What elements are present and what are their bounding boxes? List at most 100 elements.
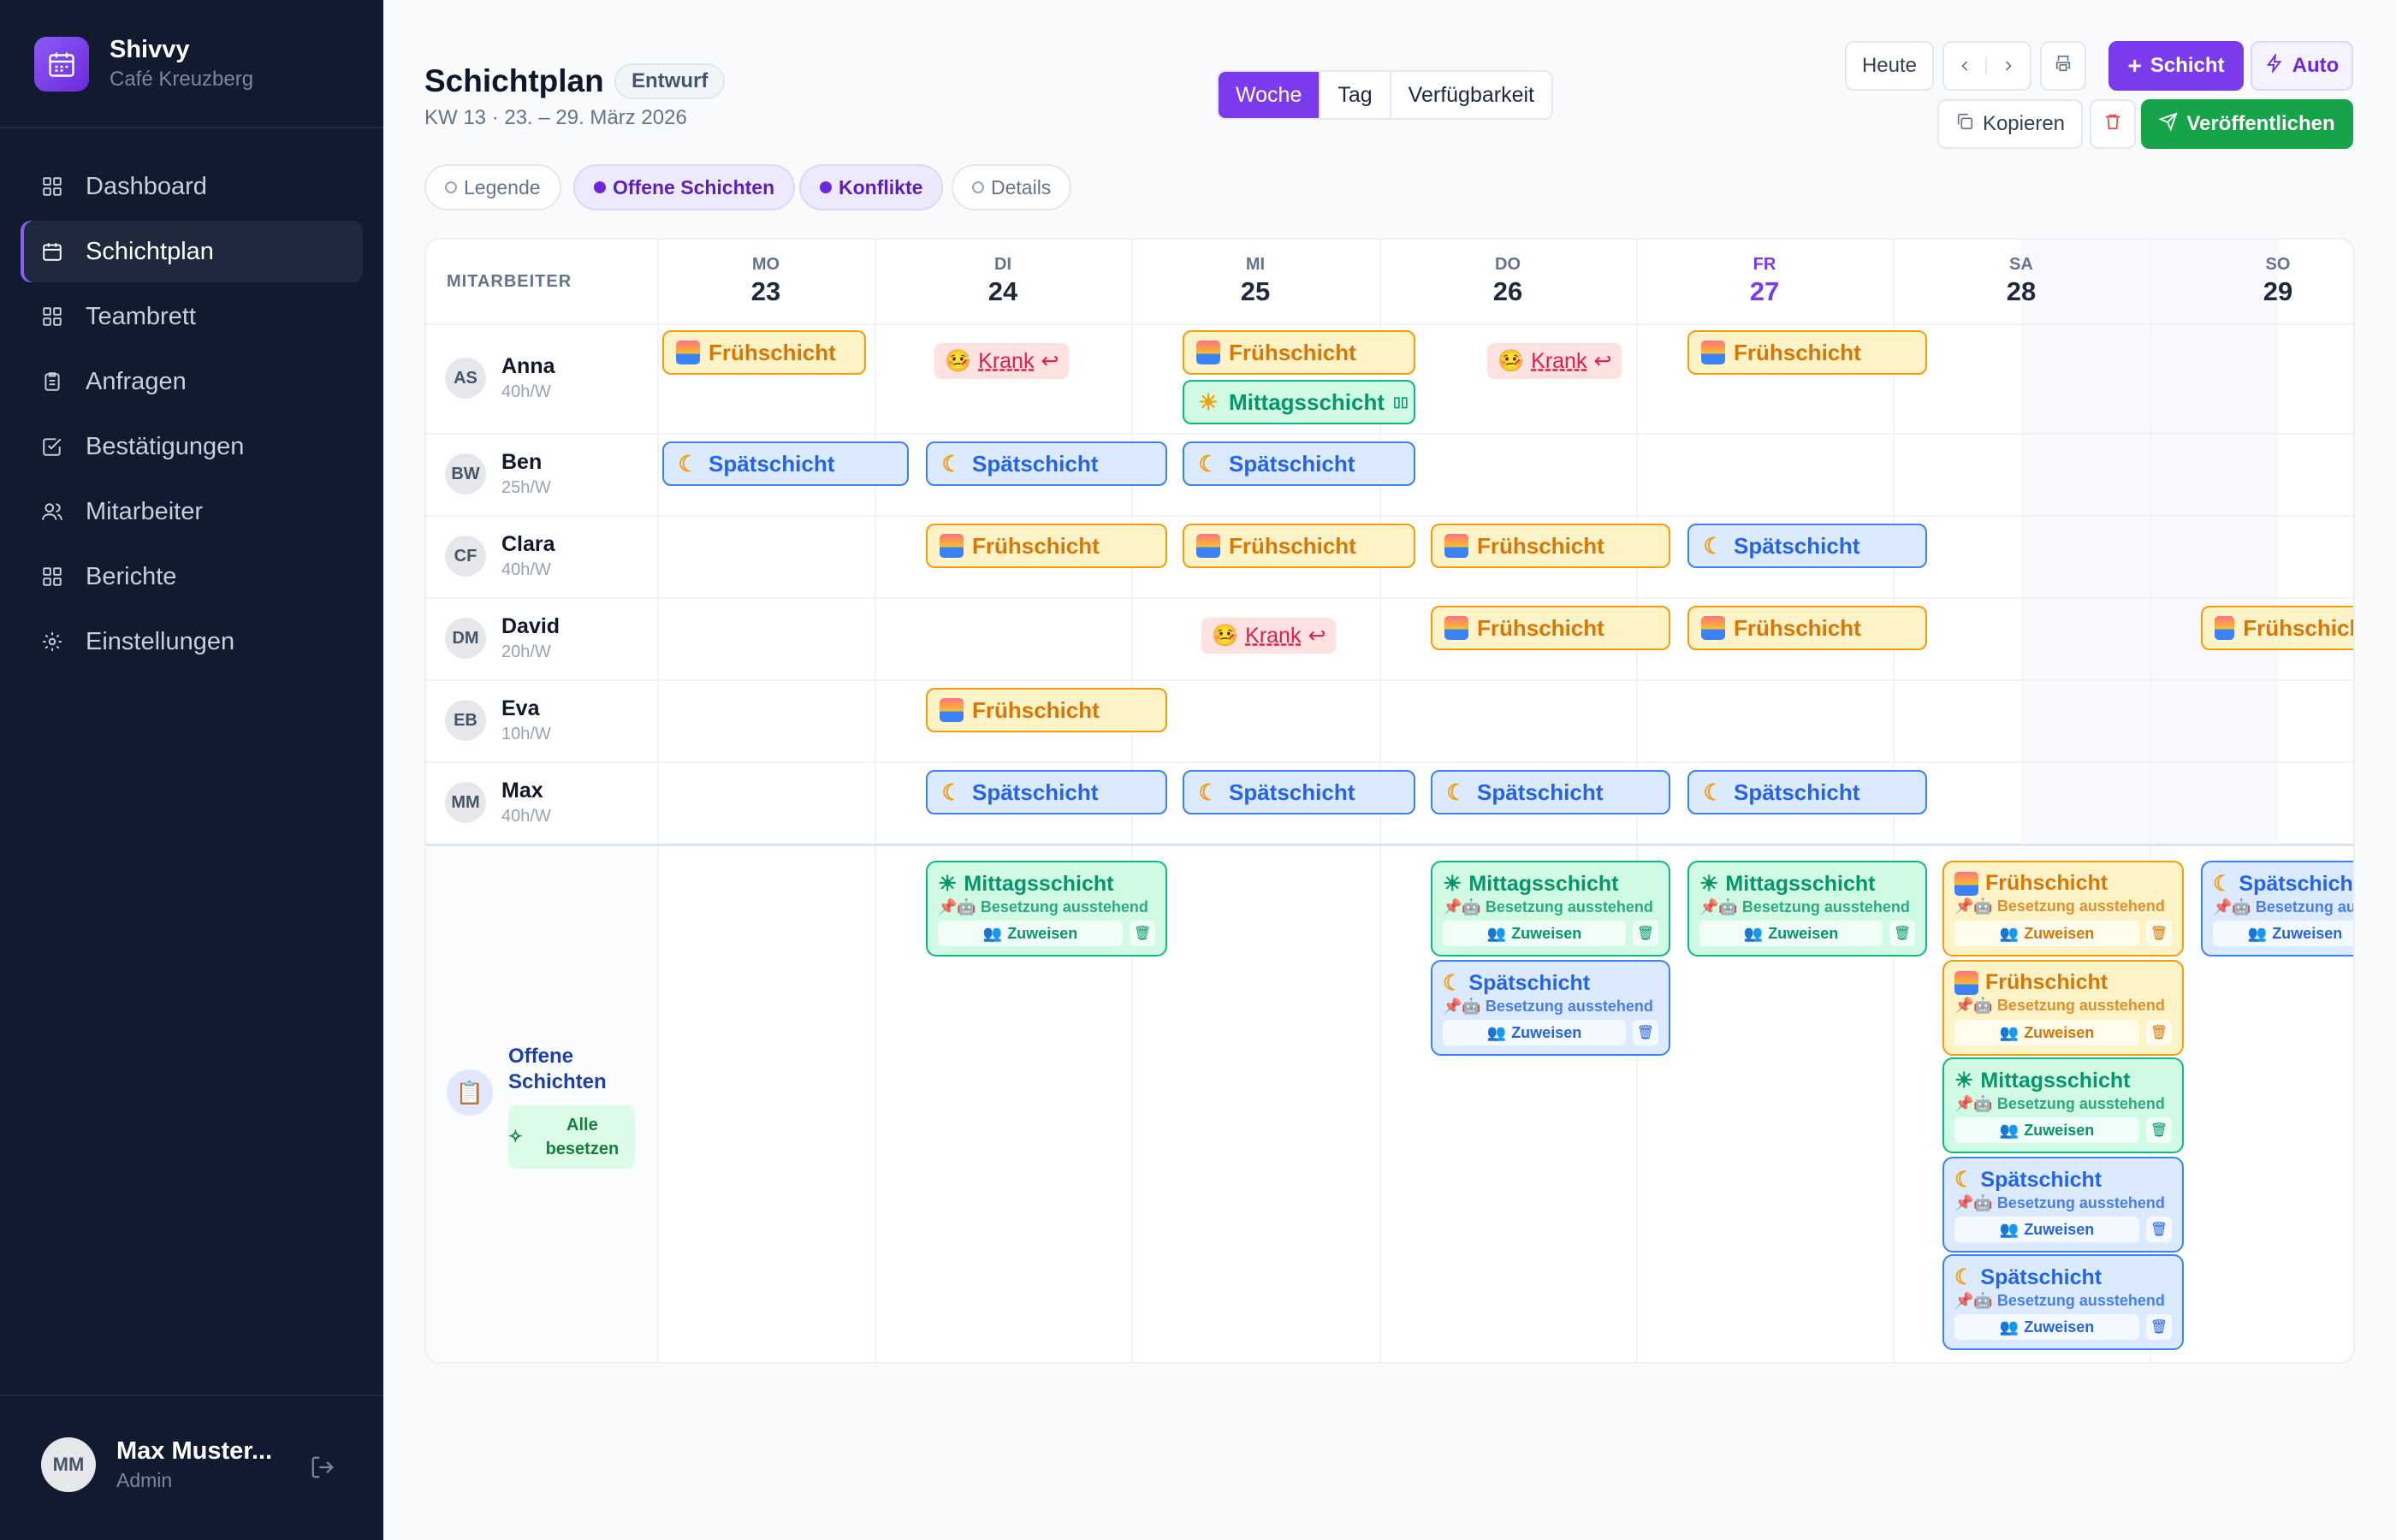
assign-button[interactable]: 👥 Zuweisen: [1954, 921, 2139, 946]
sick-badge[interactable]: 🤒 Krank ↩: [1201, 618, 1337, 654]
auto-button[interactable]: Auto: [2251, 41, 2353, 91]
open-shift-card[interactable]: ☾Spätschicht📌🤖 Besetzung ausstehend👥Zuwe…: [2201, 861, 2353, 957]
shift-late[interactable]: ☾ Spätschicht: [1183, 441, 1415, 486]
open-shift-card[interactable]: ☾Spätschicht📌🤖 Besetzung ausstehend👥Zuwe…: [1431, 960, 1670, 1056]
sidebar-item-teambrett[interactable]: Teambrett: [21, 286, 363, 347]
today-button[interactable]: Heute: [1845, 41, 1934, 91]
trash-icon[interactable]: 🗑: [2146, 1117, 2172, 1143]
add-shift-button[interactable]: + Schicht: [2108, 41, 2244, 91]
sidebar-item-bestaetigungen[interactable]: Bestätigungen: [21, 416, 363, 477]
shift-early[interactable]: Frühschicht: [1183, 524, 1415, 568]
shift-early[interactable]: Frühschicht: [1431, 606, 1670, 650]
sick-badge[interactable]: 🤒 Krank ↩: [934, 343, 1070, 379]
assign-button[interactable]: 👥 Zuweisen: [938, 921, 1123, 946]
employee-anna[interactable]: AS Anna 40h/W: [445, 354, 555, 402]
shift-late[interactable]: ☾ Spätschicht: [926, 770, 1167, 814]
shift-late[interactable]: ☾ Spätschicht: [926, 441, 1167, 486]
assign-button[interactable]: 👥 Zuweisen: [1954, 1020, 2139, 1045]
logout-icon[interactable]: [310, 1454, 335, 1484]
shift-mid[interactable]: ☀ Mittagsschicht ▯▯: [1183, 380, 1415, 424]
sunrise-icon: [676, 341, 700, 364]
chevron-right-icon[interactable]: [1987, 57, 2030, 74]
tab-tag[interactable]: Tag: [1320, 72, 1391, 118]
open-shift-card[interactable]: ☀ Mittagsschicht 📌🤖 Besetzung ausstehend 👥 Z…: [1942, 1057, 2184, 1153]
filter-legende[interactable]: Legende: [424, 164, 561, 210]
trash-icon[interactable]: 🗑: [1633, 1020, 1658, 1045]
filter-konflikte[interactable]: Konflikte: [799, 164, 944, 210]
trash-icon[interactable]: 🗑: [2146, 1217, 2172, 1242]
employee-david[interactable]: DM David 20h/W: [445, 614, 560, 662]
user-profile[interactable]: MM Max Muster... Admin: [41, 1437, 272, 1492]
trash-icon[interactable]: 🗑: [2146, 1020, 2172, 1045]
fill-all-button[interactable]: ✧ Alle besetzen: [508, 1105, 635, 1169]
sidebar-item-mitarbeiter[interactable]: Mitarbeiter: [21, 481, 363, 542]
shift-late[interactable]: ☾ Spätschicht: [1687, 524, 1927, 568]
day-header: SA 28: [1893, 255, 2150, 307]
shift-early[interactable]: Frühschicht: [1687, 330, 1927, 375]
assign-button[interactable]: 👥 Zuweisen: [1443, 921, 1626, 946]
assign-button[interactable]: 👥 Zuweisen: [1954, 1117, 2139, 1143]
filter-offene-schichten[interactable]: Offene Schichten: [573, 164, 796, 210]
shift-late[interactable]: ☾ Spätschicht: [1183, 770, 1415, 814]
sidebar-item-dashboard[interactable]: Dashboard: [21, 156, 363, 217]
shift-early[interactable]: Frühschicht: [662, 330, 866, 375]
shift-late[interactable]: ☾ Spätschicht: [1687, 770, 1927, 814]
day-header: DO 26: [1379, 255, 1636, 307]
sidebar-item-schichtplan[interactable]: Schichtplan: [21, 221, 363, 282]
trash-icon[interactable]: 🗑: [2146, 1314, 2172, 1340]
sick-label: Krank: [1531, 348, 1587, 373]
column-divider: [657, 240, 659, 1362]
sidebar-item-anfragen[interactable]: Anfragen: [21, 351, 363, 412]
pending-label: Besetzung ausstehend: [1741, 898, 1910, 915]
assign-button[interactable]: 👥 Zuweisen: [1954, 1314, 2139, 1340]
assign-button[interactable]: 👥 Zuweisen: [2213, 921, 2353, 946]
shift-early[interactable]: Frühschicht: [2201, 606, 2353, 650]
open-shift-card[interactable]: ☀ Mittagsschicht 📌🤖 Besetzung ausstehend 👥 Z…: [1687, 861, 1927, 957]
tab-woche[interactable]: Woche: [1219, 72, 1321, 118]
moon-icon: ☾: [1198, 450, 1219, 477]
filter-details[interactable]: Details: [952, 164, 1072, 210]
week-nav: [1942, 41, 2031, 91]
sidebar-item-berichte[interactable]: Berichte: [21, 546, 363, 607]
shift-late[interactable]: ☾ Spätschicht: [662, 441, 909, 486]
trash-icon[interactable]: 🗑: [2146, 921, 2172, 946]
open-shift-card[interactable]: ☾Spätschicht📌🤖 Besetzung ausstehend👥Zuwe…: [1942, 1157, 2184, 1253]
employee-ben[interactable]: BW Ben 25h/W: [445, 450, 551, 498]
open-shift-card[interactable]: Frühschicht 📌🤖 Besetzung ausstehend 👥 Zuwei…: [1942, 960, 2184, 1056]
employee-clara[interactable]: CF Clara 40h/W: [445, 532, 555, 580]
shift-early[interactable]: Frühschicht: [1183, 330, 1415, 375]
sidebar-item-einstellungen[interactable]: Einstellungen: [21, 611, 363, 672]
shift-early[interactable]: Frühschicht: [926, 524, 1167, 568]
open-shift-card[interactable]: ☾Spätschicht📌🤖 Besetzung ausstehend👥Zuwe…: [1942, 1254, 2184, 1350]
users-icon: 👥: [1999, 1121, 2019, 1139]
assign-button[interactable]: 👥 Zuweisen: [1699, 921, 1883, 946]
open-shift-card[interactable]: ☀ Mittagsschicht 📌🤖 Besetzung ausstehend 👥 Z…: [1431, 861, 1670, 957]
employee-max[interactable]: MM Max 40h/W: [445, 779, 551, 826]
shift-late[interactable]: ☾ Spätschicht: [1431, 770, 1670, 814]
shift-early[interactable]: Frühschicht: [926, 688, 1167, 732]
trash-icon[interactable]: 🗑: [1130, 921, 1155, 946]
sick-badge[interactable]: 🤒 Krank ↩: [1487, 343, 1622, 379]
day-header: SO 29: [2150, 255, 2353, 307]
assign-button[interactable]: 👥 Zuweisen: [1443, 1020, 1626, 1045]
trash-icon[interactable]: 🗑: [1889, 921, 1915, 946]
chevron-left-icon[interactable]: [1944, 57, 1987, 74]
sidebar-item-label: Teambrett: [86, 302, 196, 330]
publish-button[interactable]: Veröffentlichen: [2141, 99, 2353, 149]
employee-eva[interactable]: EB Eva 10h/W: [445, 696, 551, 744]
assign-button[interactable]: 👥 Zuweisen: [1954, 1217, 2139, 1242]
shift-early[interactable]: Frühschicht: [1431, 524, 1670, 568]
print-button[interactable]: [2040, 41, 2086, 91]
open-shift-card[interactable]: Frühschicht 📌🤖 Besetzung ausstehend 👥 Zuwei…: [1942, 861, 2184, 957]
day-date: 28: [2006, 276, 2037, 306]
users-icon: 👥: [1999, 1318, 2019, 1336]
open-shift-card[interactable]: ☀ Mittagsschicht 📌🤖 Besetzung ausstehend 👥 Z…: [926, 861, 1167, 957]
shift-early[interactable]: Frühschicht: [1687, 606, 1927, 650]
pin-icon: 📌🤖: [1699, 898, 1742, 915]
tab-verfuegbarkeit[interactable]: Verfügbarkeit: [1391, 72, 1551, 118]
delete-button[interactable]: [2090, 99, 2136, 149]
open-shifts-title: Offene Schichten: [508, 1045, 607, 1093]
trash-icon[interactable]: 🗑: [1633, 921, 1658, 946]
sunrise-icon: [1701, 616, 1725, 640]
copy-button[interactable]: Kopieren: [1937, 99, 2083, 149]
